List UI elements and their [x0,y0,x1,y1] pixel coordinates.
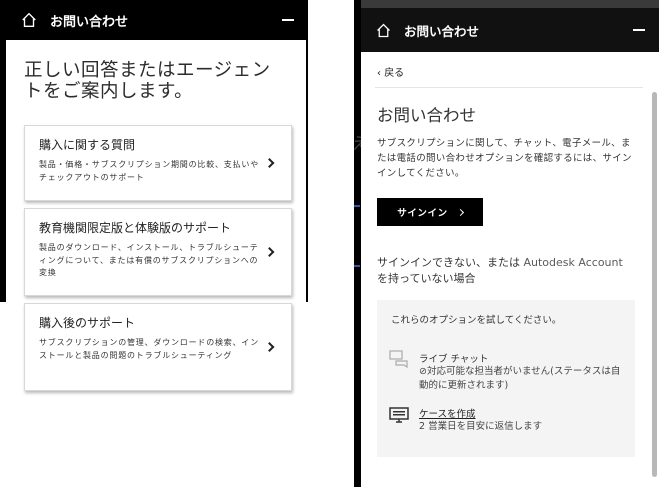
signin-button[interactable]: サインイン [377,198,483,226]
chat-bubbles-icon [389,350,408,368]
back-label: 戻る [384,68,405,79]
background-page-edge [354,0,361,487]
no-signin-suffix: を持っていない場合 [377,272,476,285]
card-title: 教育機関限定版と体験版のサポート [39,221,232,235]
left-panel-title: お問い合わせ [50,14,129,30]
background-accent [354,265,360,267]
right-panel-header: お問い合わせ [361,8,659,52]
chevron-right-icon [264,158,275,168]
guidance-heading: 正しい回答またはエージェントをご案内します。 [24,60,271,102]
card-description: 製品のダウンロード、インストール、トラブルシューティングについて、または有償のサ… [39,243,259,277]
card-title: 購入後のサポート [39,316,136,330]
section-title: お問い合わせ [377,106,476,125]
right-contact-panel: お問い合わせ ‹ 戻る お問い合わせ サブスクリプションに関して、チャット、電子… [361,8,659,487]
divider [375,87,643,88]
live-chat-title: ライブ チャット [419,354,489,365]
home-icon[interactable] [20,11,38,29]
right-panel-title: お問い合わせ [404,23,480,39]
live-chat-status-text: 対応可能な担当者がいません(ステータスは自動的に更新されます) [419,366,621,391]
minimize-icon[interactable] [282,19,294,21]
minimize-icon[interactable] [633,29,645,31]
background-accent [354,205,360,207]
no-signin-text: サインインできない、または Autodesk Account を持っていない場合 [377,255,637,287]
back-link[interactable]: ‹ 戻る [377,64,404,79]
autodesk-account-link[interactable]: Autodesk Account [524,256,623,269]
no-signin-prefix: サインインできない、または [377,256,524,269]
card-description: 製品・価格・サブスクリプション期間の比較、支払いやチェックアウトのサポート [39,160,259,182]
chevron-right-icon [456,208,464,216]
card-title: 購入に関する質問 [39,138,136,152]
card-education-trial-support[interactable]: 教育機関限定版と体験版のサポート 製品のダウンロード、インストール、トラブルシュ… [24,208,292,296]
create-case-link[interactable]: ケースを作成 [419,406,476,420]
home-icon[interactable] [375,22,392,39]
left-contact-panel: お問い合わせ 正しい回答またはエージェントをご案内します。 購入に関する質問 製… [6,0,306,418]
unavailable-icon: ⊘ [419,366,427,377]
card-purchase-questions[interactable]: 購入に関する質問 製品・価格・サブスクリプション期間の比較、支払いやチェックアウ… [24,125,292,201]
chevron-right-icon [264,342,275,352]
live-chat-status: ⊘対応可能な担当者がいません(ステータスは自動的に更新されます) [419,365,624,393]
options-box: これらのオプションを試してください。 ライブ チャット ⊘対応可能な担当者がいま… [377,300,635,457]
monitor-icon [389,407,409,423]
scrollbar[interactable] [652,92,657,477]
left-panel-header: お問い合わせ [6,0,306,40]
create-case-subtitle: 2 営業日を目安に返信します [419,421,543,432]
chevron-right-icon [264,247,275,257]
signin-description: サブスクリプションに関して、チャット、電子メール、または電話の問い合わせオプショ… [377,138,632,179]
card-post-purchase-support[interactable]: 購入後のサポート サブスクリプションの管理、ダウンロードの検索、インストールと製… [24,303,292,391]
screen: お問い合わせ 正しい回答またはエージェントをご案内します。 購入に関する質問 製… [0,0,659,487]
card-description: サブスクリプションの管理、ダウンロードの検索、インストールと製品の問題のトラブル… [39,338,259,360]
options-intro: これらのオプションを試してください。 [391,315,562,326]
signin-label: サインイン [397,208,448,219]
